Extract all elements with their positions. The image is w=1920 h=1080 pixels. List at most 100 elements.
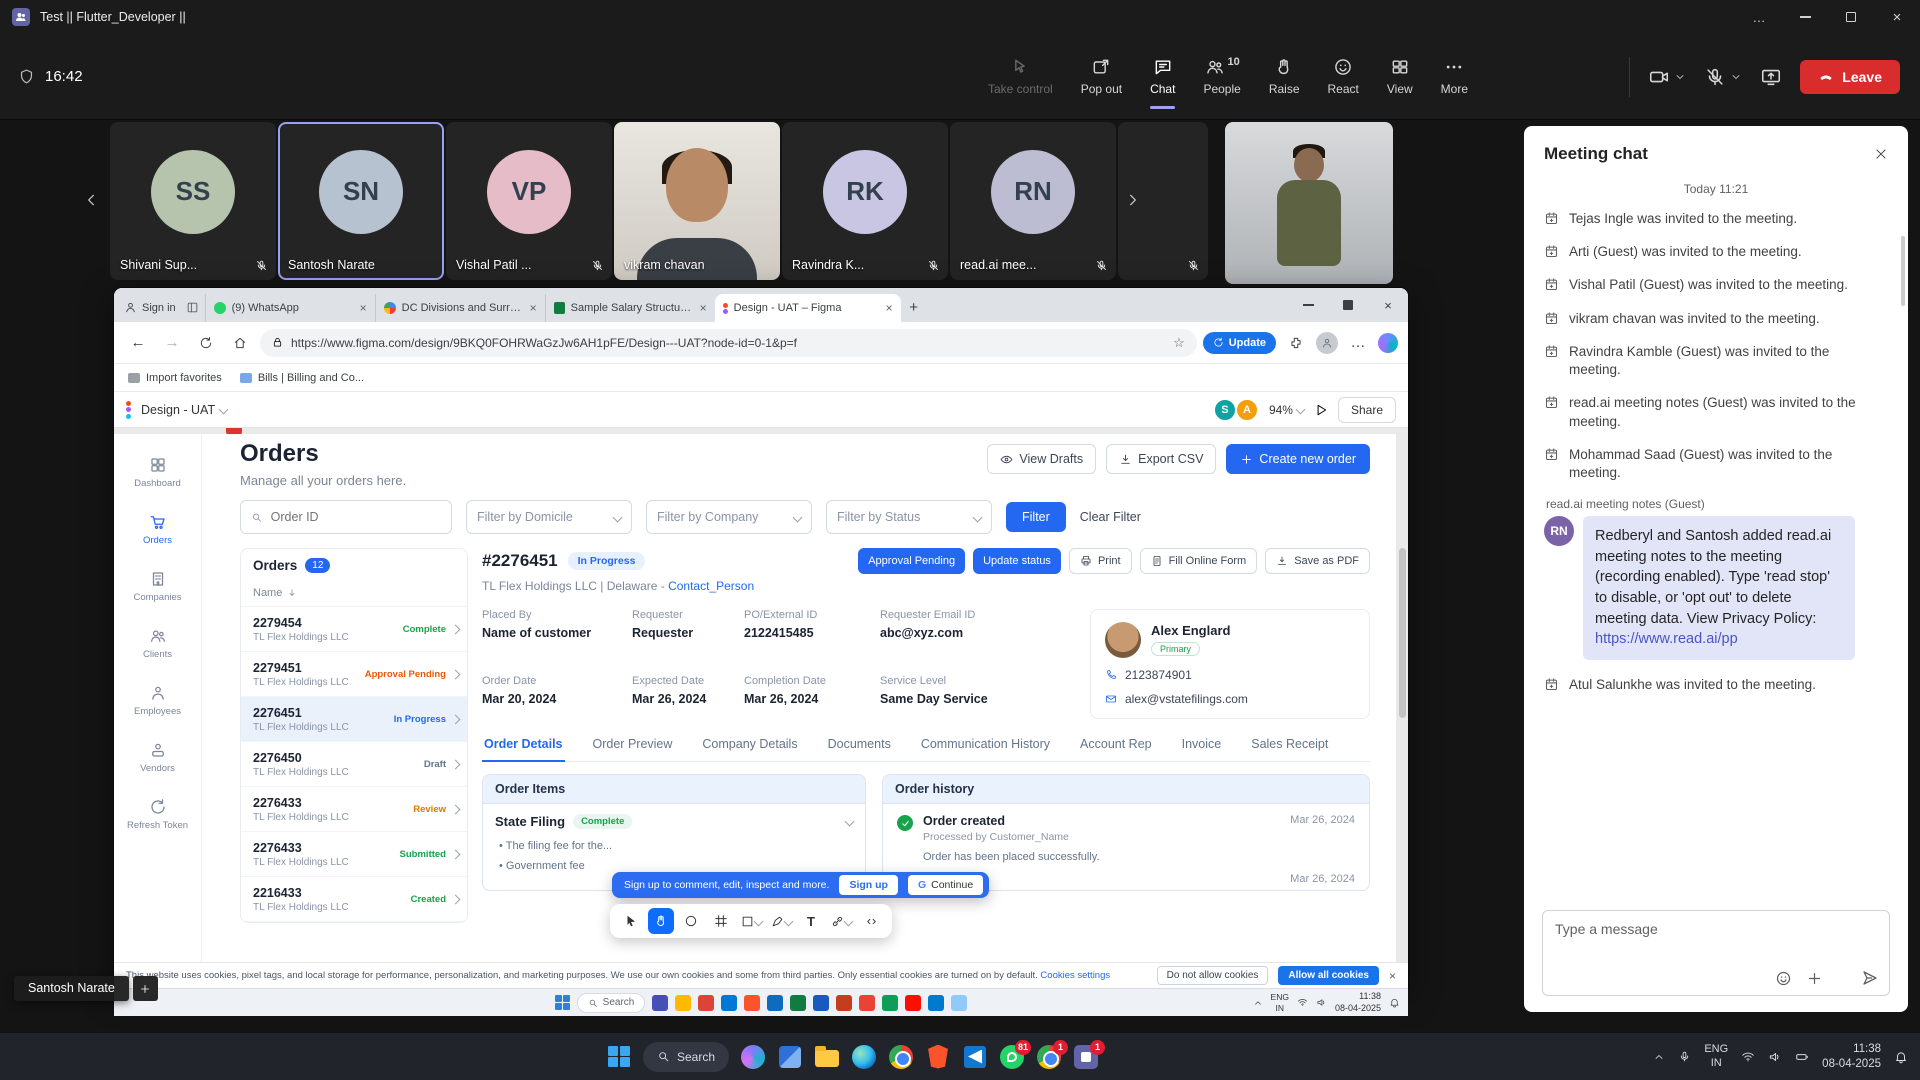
scroll-tiles-left-button[interactable] [78, 186, 106, 214]
copilot-icon[interactable] [1378, 333, 1398, 353]
detail-tab[interactable]: Company Details [700, 737, 799, 761]
chat-scrollbar[interactable] [1901, 236, 1905, 306]
video-tile-camera-on[interactable] [1225, 122, 1393, 284]
figma-canvas[interactable]: Dashboard Orders Companies Clients [114, 428, 1408, 962]
clear-filter-button[interactable]: Clear Filter [1080, 510, 1141, 524]
tab-figma[interactable]: Design - UAT – Figma × [715, 294, 901, 322]
taskbar-app-icon[interactable] [744, 995, 760, 1011]
tab-close-icon[interactable]: × [360, 301, 367, 315]
battery-icon[interactable] [1795, 1050, 1809, 1064]
chat-message-input[interactable] [1555, 921, 1877, 937]
shared-system-tray[interactable]: ENGIN 11:3808-04-2025 [1253, 991, 1400, 1014]
brave-button[interactable] [925, 1044, 951, 1070]
detail-tab[interactable]: Order Details [482, 737, 565, 762]
volume-icon[interactable] [1316, 997, 1327, 1008]
vscode-button[interactable] [962, 1044, 988, 1070]
people-button[interactable]: 10 People [1203, 45, 1240, 109]
signup-button[interactable]: Sign up [839, 875, 898, 895]
sidebar-item-refresh-token[interactable]: Refresh Token [118, 798, 198, 831]
home-button[interactable] [226, 329, 254, 357]
react-button[interactable]: React [1328, 45, 1359, 109]
import-favorites-button[interactable]: Import favorites [128, 372, 222, 384]
update-status-button[interactable]: Update status [973, 548, 1061, 574]
order-row[interactable]: 2276433 TL Flex Holdings LLC Submitted [241, 832, 467, 877]
minimize-button[interactable] [1782, 0, 1828, 34]
mic-tray-icon[interactable] [1678, 1050, 1691, 1063]
order-row[interactable]: 2276451 TL Flex Holdings LLC In Progress [241, 697, 467, 742]
taskbar-clock[interactable]: 11:3808-04-2025 [1822, 1042, 1881, 1072]
order-id-input[interactable] [271, 510, 441, 524]
order-row[interactable]: 2279454 TL Flex Holdings LLC Complete [241, 607, 467, 652]
chrome-profile-button[interactable]: 1 [1036, 1044, 1062, 1070]
comment-tool[interactable] [678, 908, 704, 934]
chrome-button[interactable] [888, 1044, 914, 1070]
cookie-close-icon[interactable]: × [1389, 969, 1396, 983]
figma-menu-icon[interactable] [126, 401, 131, 419]
shared-search-box[interactable]: Search [577, 993, 646, 1013]
chevron-up-icon[interactable] [1253, 998, 1263, 1008]
forward-button[interactable]: → [158, 329, 186, 357]
start-button[interactable] [606, 1044, 632, 1070]
filter-by-status-select[interactable]: Filter by Status [826, 500, 992, 534]
taskbar-app-icon[interactable] [698, 995, 714, 1011]
order-row[interactable]: 2216433 TL Flex Holdings LLC Created [241, 877, 467, 922]
address-bar[interactable]: https://www.figma.com/design/9BKQ0FOHRWa… [260, 329, 1197, 357]
tab-close-icon[interactable]: × [886, 301, 893, 315]
sidebar-item-vendors[interactable]: Vendors [118, 741, 198, 774]
language-indicator[interactable]: ENGIN [1704, 1043, 1728, 1069]
wifi-icon[interactable] [1297, 997, 1308, 1008]
tab-whatsapp[interactable]: (9) WhatsApp × [205, 294, 375, 322]
detail-tab[interactable]: Invoice [1180, 737, 1224, 761]
extensions-button[interactable] [1282, 329, 1310, 357]
video-tile-shivani[interactable]: SS Shivani Sup... [110, 122, 276, 280]
volume-icon[interactable] [1768, 1050, 1782, 1064]
chat-close-button[interactable] [1874, 147, 1888, 161]
view-drafts-button[interactable]: View Drafts [987, 444, 1096, 474]
presenter-pin-button[interactable] [133, 976, 158, 1001]
scroll-tiles-right-button[interactable] [1118, 186, 1146, 214]
back-button[interactable]: ← [124, 329, 152, 357]
collaborator-avatar[interactable]: S [1213, 398, 1237, 422]
contact-person-link[interactable]: Contact_Person [668, 579, 754, 593]
cookie-settings-link[interactable]: Cookies settings [1040, 970, 1110, 981]
browser-minimize-button[interactable] [1288, 288, 1328, 322]
close-button[interactable]: × [1874, 0, 1920, 34]
canvas-scrollbar[interactable] [1399, 548, 1406, 718]
sidebar-item-companies[interactable]: Companies [118, 570, 198, 603]
window-more-button[interactable]: … [1736, 0, 1782, 34]
save-as-pdf-button[interactable]: Save as PDF [1265, 548, 1370, 574]
video-tile-vikram[interactable]: vikram chavan [614, 122, 780, 280]
export-csv-button[interactable]: Export CSV [1106, 444, 1216, 474]
tab-maps[interactable]: DC Divisions and Surroundings × [375, 294, 545, 322]
fill-online-form-button[interactable]: Fill Online Form [1140, 548, 1258, 574]
share-button[interactable] [1760, 66, 1782, 88]
google-continue-button[interactable]: G Continue [908, 875, 983, 895]
notification-bell-icon[interactable] [1894, 1050, 1908, 1064]
file-explorer-button[interactable] [814, 1044, 840, 1070]
view-button[interactable]: View [1387, 45, 1413, 109]
hand-tool-active[interactable] [648, 908, 674, 934]
video-tile-santosh[interactable]: SN Santosh Narate [278, 122, 444, 280]
browser-update-button[interactable]: Update [1203, 332, 1276, 354]
filter-button[interactable]: Filter [1006, 502, 1066, 532]
refresh-button[interactable] [192, 329, 220, 357]
taskbar-app-icon[interactable] [951, 995, 967, 1011]
video-tile-readai[interactable]: RN read.ai mee... [950, 122, 1116, 280]
tab-close-icon[interactable]: × [530, 301, 537, 315]
orders-column-header[interactable]: Name [241, 582, 467, 607]
chevron-down-icon[interactable] [845, 817, 855, 827]
chat-message-bubble[interactable]: Redberyl and Santosh added read.ai meeti… [1583, 516, 1855, 659]
video-tile-ravindra[interactable]: RK Ravindra K... [782, 122, 948, 280]
tab-sheets[interactable]: Sample Salary Structure with cal... × [545, 294, 715, 322]
taskbar-app-icon[interactable] [767, 995, 783, 1011]
code-tool[interactable] [858, 908, 884, 934]
allow-cookies-button[interactable]: Allow all cookies [1278, 966, 1379, 985]
shared-clock[interactable]: 11:3808-04-2025 [1335, 991, 1381, 1014]
chat-messages[interactable]: Today 11:21 Tejas Ingle was invited to t… [1524, 176, 1908, 900]
camera-chevron-icon[interactable] [1674, 71, 1686, 83]
shape-tool[interactable] [738, 908, 764, 934]
browser-maximize-button[interactable] [1328, 288, 1368, 322]
filter-by-domicile-select[interactable]: Filter by Domicile [466, 500, 632, 534]
sidebar-item-employees[interactable]: Employees [118, 684, 198, 717]
present-play-icon[interactable] [1314, 403, 1328, 417]
